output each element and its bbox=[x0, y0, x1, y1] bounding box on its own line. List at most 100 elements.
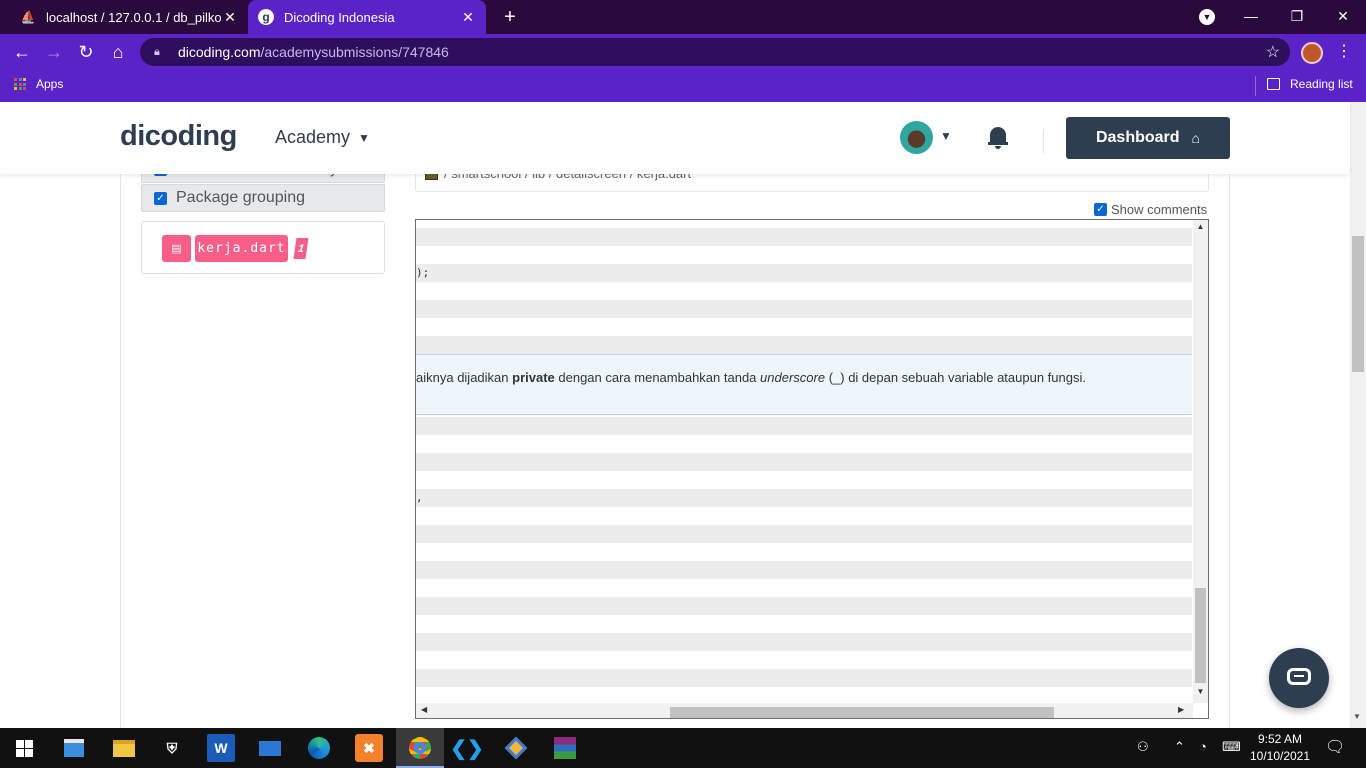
tab-phpmyadmin[interactable]: ⛵ localhost / 127.0.0.1 / db_pilkosis ✕ bbox=[10, 0, 248, 34]
file-explorer-icon[interactable] bbox=[110, 734, 138, 762]
bookmarks-bar: Apps Reading list bbox=[0, 70, 1366, 102]
code-line bbox=[416, 633, 1192, 651]
header-divider bbox=[1043, 130, 1044, 154]
scroll-right-icon[interactable]: ▶ bbox=[1178, 705, 1184, 714]
code-line: , bbox=[416, 489, 1192, 507]
code-line bbox=[416, 597, 1192, 615]
tab-dicoding[interactable]: g Dicoding Indonesia ✕ bbox=[248, 0, 486, 34]
dashboard-button[interactable]: Dashboard ⌂ bbox=[1066, 117, 1230, 159]
file-list-card: ▤ kerja.dart 1 bbox=[141, 221, 385, 274]
chevron-down-icon[interactable]: ▼ bbox=[940, 129, 952, 143]
browser-menu-icon[interactable]: ⋮ bbox=[1336, 41, 1352, 61]
browser-tab-bar: ⛵ localhost / 127.0.0.1 / db_pilkosis ✕ … bbox=[0, 0, 1366, 34]
file-name-button[interactable]: kerja.dart bbox=[195, 235, 288, 262]
people-icon[interactable]: ⚇ bbox=[1137, 739, 1149, 755]
windows-start-icon[interactable] bbox=[10, 734, 38, 762]
dashboard-label: Dashboard bbox=[1095, 129, 1180, 146]
file-icon: ▤ bbox=[162, 235, 191, 262]
address-bar[interactable]: 🔒︎ dicoding.com/academysubmissions/74784… bbox=[140, 38, 1290, 66]
chrome-icon[interactable] bbox=[406, 734, 434, 762]
code-line bbox=[416, 525, 1192, 543]
site-header: dicoding Academy ▼ ▼ Dashboard ⌂ bbox=[0, 102, 1350, 174]
user-avatar[interactable] bbox=[900, 121, 933, 154]
apps-grid-icon bbox=[14, 78, 26, 90]
maximize-button[interactable]: ❐ bbox=[1274, 0, 1320, 34]
comment-italic: underscore bbox=[760, 370, 826, 385]
checkbox-checked-icon[interactable]: ✓ bbox=[154, 191, 167, 205]
chevron-down-icon: ▼ bbox=[358, 130, 370, 145]
mail-icon[interactable] bbox=[256, 734, 284, 762]
checkbox-checked-icon[interactable]: ✓ bbox=[1094, 203, 1107, 216]
notification-bell-icon[interactable] bbox=[988, 127, 1008, 149]
keyboard-icon[interactable]: ⌨ bbox=[1222, 739, 1241, 755]
clock-time: 9:52 AM bbox=[1257, 732, 1303, 746]
comment-text: dengan cara menambahkan tanda bbox=[554, 370, 761, 385]
code-line: ); bbox=[416, 264, 1192, 282]
wifi-icon[interactable]: ◔ bbox=[1199, 739, 1207, 754]
page-content: ✓ Show commented only ✓ Package grouping… bbox=[0, 102, 1350, 728]
code-line bbox=[416, 336, 1192, 354]
scroll-thumb[interactable] bbox=[1352, 236, 1364, 372]
browser-profile-avatar[interactable] bbox=[1301, 42, 1323, 64]
edge-icon[interactable] bbox=[305, 734, 333, 762]
reload-icon[interactable]: ↻ bbox=[74, 40, 98, 64]
chat-support-button[interactable] bbox=[1269, 648, 1329, 708]
home-icon: ⌂ bbox=[1191, 130, 1201, 146]
code-horizontal-scrollbar[interactable]: ◀ ▶ bbox=[416, 703, 1193, 718]
scroll-up-icon[interactable]: ▲ bbox=[1193, 222, 1208, 231]
code-line bbox=[416, 417, 1192, 435]
new-tab-button[interactable]: + bbox=[498, 4, 522, 30]
comment-text: (_) di depan sebuah variable ataupun fun… bbox=[825, 370, 1086, 385]
comment-text: aiknya dijadikan bbox=[416, 370, 513, 385]
nav-academy-dropdown[interactable]: Academy ▼ bbox=[275, 127, 370, 148]
code-line bbox=[416, 228, 1192, 246]
bookmark-star-icon[interactable]: ☆ bbox=[1266, 42, 1280, 62]
code-line bbox=[416, 561, 1192, 579]
back-icon[interactable]: ← bbox=[10, 40, 34, 64]
close-tab-icon[interactable]: ✕ bbox=[222, 9, 238, 26]
notification-center-icon[interactable]: 🗨︎ bbox=[1325, 737, 1345, 757]
bookmarks-divider bbox=[1255, 76, 1256, 96]
scroll-down-icon[interactable]: ▼ bbox=[1353, 712, 1361, 721]
scroll-down-icon[interactable]: ▼ bbox=[1193, 687, 1208, 696]
apps-shortcut[interactable]: Apps bbox=[14, 77, 63, 91]
reading-list-icon bbox=[1267, 78, 1280, 90]
code-vertical-scrollbar[interactable]: ▲ ▼ bbox=[1193, 220, 1208, 703]
scroll-thumb[interactable] bbox=[670, 707, 1054, 718]
reading-list-button[interactable]: Reading list bbox=[1267, 77, 1353, 91]
show-comments-toggle[interactable]: ✓ Show comments bbox=[1094, 202, 1207, 217]
close-tab-icon[interactable]: ✕ bbox=[460, 9, 476, 26]
forward-icon[interactable]: → bbox=[42, 40, 66, 64]
vscode-icon[interactable]: ❮❯ bbox=[450, 734, 484, 762]
code-line bbox=[416, 300, 1192, 318]
page-vertical-scrollbar[interactable]: ▼ bbox=[1350, 102, 1366, 728]
scroll-thumb[interactable] bbox=[1195, 588, 1206, 683]
home-icon[interactable]: ⌂ bbox=[106, 40, 130, 64]
show-hidden-icons[interactable]: ⌃ bbox=[1174, 739, 1185, 755]
comment-bold: private bbox=[512, 370, 555, 385]
code-fragment: ); bbox=[416, 266, 430, 279]
tab-search-icon[interactable]: ▼ bbox=[1199, 9, 1215, 25]
package-grouping-option[interactable]: ✓ Package grouping bbox=[141, 184, 385, 212]
minimize-button[interactable]: — bbox=[1228, 0, 1274, 34]
lock-icon: 🔒︎ bbox=[154, 45, 160, 58]
xampp-icon[interactable]: ✖ bbox=[355, 734, 383, 762]
scroll-left-icon[interactable]: ◀ bbox=[421, 705, 427, 714]
close-window-button[interactable]: ✕ bbox=[1320, 0, 1366, 34]
winrar-icon[interactable] bbox=[551, 734, 579, 762]
tab-title: Dicoding Indonesia bbox=[284, 9, 395, 25]
dicoding-logo[interactable]: dicoding bbox=[120, 120, 237, 153]
word-icon[interactable]: W bbox=[207, 734, 235, 762]
dicoding-icon: g bbox=[258, 9, 274, 25]
store-icon[interactable] bbox=[60, 734, 88, 762]
reading-list-label: Reading list bbox=[1290, 77, 1353, 91]
nav-academy-label: Academy bbox=[275, 127, 351, 147]
url-path: /academysubmissions/747846 bbox=[260, 44, 449, 60]
show-comments-label: Show comments bbox=[1111, 202, 1208, 217]
code-viewer[interactable]: ); aiknya dijadikan private dengan cara … bbox=[415, 219, 1209, 719]
git-icon[interactable] bbox=[502, 734, 530, 762]
code-line bbox=[416, 669, 1192, 687]
security-shield-icon[interactable]: ⛨ bbox=[158, 734, 186, 762]
windows-taskbar: ⛨ W ✖ ❮❯ ⚇ ⌃ ◔ ⌨ 9:52 AM 10/10/2021 🗨︎ bbox=[0, 728, 1366, 768]
taskbar-clock[interactable]: 9:52 AM 10/10/2021 bbox=[1243, 731, 1317, 765]
